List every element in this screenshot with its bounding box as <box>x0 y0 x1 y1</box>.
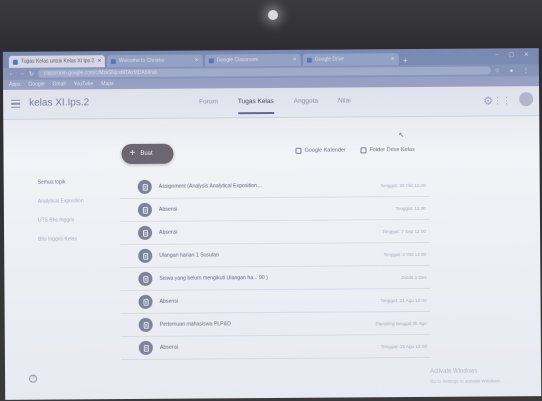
assignment-title: Pertemuan mahasiswa PLP&D <box>159 321 231 328</box>
assignment-title: Absensi <box>159 344 179 351</box>
assignment-icon <box>138 294 153 309</box>
browser-tab[interactable]: Welcome to Chrome ✕ <box>106 54 203 68</box>
assignment-icon <box>138 317 153 332</box>
assignment-due: Diposting tanggal 30 Agu <box>375 320 427 326</box>
assignment-row[interactable]: Siswa yang belum mengikuti Ulangan ha...… <box>120 265 431 292</box>
topic-item[interactable]: Analytical Exposition <box>38 198 84 204</box>
assignment-icon <box>137 179 152 194</box>
extension-icons[interactable]: ☆ ● ⋮ <box>495 67 533 74</box>
bookmark-google[interactable]: Google <box>28 82 44 88</box>
assignment-icon <box>138 248 153 263</box>
calendar-label: Google Kalender <box>304 147 346 154</box>
topic-item[interactable]: UTS Bhs Inggris <box>38 217 84 223</box>
drive-favicon-icon <box>306 57 312 63</box>
close-tab-icon[interactable]: ✕ <box>97 58 101 64</box>
plus-icon: + <box>129 147 136 159</box>
assignment-row[interactable]: Absensi Tenggat: 15 Agu 12.00 <box>120 334 431 361</box>
browser-tab-label: Google Classroom <box>216 57 259 64</box>
class-nav-tabs: Forum Tugas Kelas Anggota Nilai <box>199 97 351 114</box>
assignment-row[interactable]: Assignment (Analysis Analytical Expositi… <box>119 173 430 200</box>
watermark-title: Activate Windows <box>430 368 478 375</box>
back-icon[interactable]: ← <box>9 71 15 77</box>
assignment-due: Tenggat: 21 Agu 12.00 <box>380 297 427 303</box>
tab-anggota[interactable]: Anggota <box>294 98 318 114</box>
laptop-screen: Tugas Kelas untuk Kelas XI Ips.2 ✕ Welco… <box>2 48 542 400</box>
assignment-due: Diedit 3 Des <box>401 274 427 280</box>
create-button-label: Buat <box>140 150 153 157</box>
browser-tab[interactable]: Google Drive ✕ <box>302 53 399 66</box>
user-avatar[interactable] <box>519 92 534 107</box>
close-tab-icon[interactable]: ✕ <box>391 56 395 62</box>
chrome-favicon-icon <box>110 58 116 64</box>
topic-item[interactable]: Semua topik <box>38 179 84 185</box>
forward-icon[interactable]: → <box>19 71 25 77</box>
assignment-title: Absensi <box>159 298 179 305</box>
hamburger-menu-icon[interactable] <box>11 99 21 108</box>
drive-folder-link[interactable]: Folder Drive Kelas <box>360 147 415 154</box>
assignment-title: Siswa yang belum mengikuti Ulangan ha...… <box>159 275 268 282</box>
watermark-subtitle: Go to Settings to activate Windows. <box>430 378 502 384</box>
bookmark-apps[interactable]: Apps <box>9 82 20 88</box>
assignment-due: Tenggat: 30 Okt 12.00 <box>380 182 426 188</box>
class-title[interactable]: kelas XI.Ips.2 <box>29 97 89 108</box>
webcam <box>268 10 278 20</box>
assignment-title: Absensi <box>158 206 178 213</box>
tab-forum[interactable]: Forum <box>199 98 218 114</box>
assignment-row[interactable]: Ulangan harian 1 Susulan Tenggat: 4 Okt 1… <box>120 242 431 269</box>
assignment-due: Tenggat: 15 Agu 12.00 <box>380 343 427 349</box>
assignment-due: Tenggat: 7 Sep 12.00 <box>382 228 427 234</box>
tab-tugas-kelas[interactable]: Tugas Kelas <box>238 98 274 114</box>
reload-icon[interactable]: ↻ <box>29 70 34 77</box>
assignment-row[interactable]: Absensi Tenggat: 12.00 <box>119 196 430 223</box>
assignment-due: Tenggat: 12.00 <box>395 205 426 211</box>
apps-grid-icon[interactable]: ⋮⋮⋮ <box>484 95 511 106</box>
browser-tab[interactable]: Google Classroom ✕ <box>204 53 301 67</box>
google-calendar-link[interactable]: Google Kalender <box>295 147 346 154</box>
drive-label: Folder Drive Kelas <box>369 147 415 154</box>
browser-tab[interactable]: Tugas Kelas untuk Kelas XI Ips.2 ✕ <box>8 55 105 68</box>
window-controls[interactable]: – ▢ ✕ <box>495 51 532 58</box>
assignment-row[interactable]: Absensi Tenggat: 21 Agu 12.00 <box>120 288 431 315</box>
activate-windows-watermark: Activate Windows Go to Settings to activ… <box>430 366 501 386</box>
bookmark-gmail[interactable]: Gmail <box>53 81 66 87</box>
assignment-icon <box>138 271 153 286</box>
browser-tab-label: Welcome to Chrome <box>118 57 165 65</box>
browser-tab-label: Google Drive <box>314 56 345 63</box>
folder-icon <box>360 147 367 154</box>
new-tab-icon[interactable]: + <box>403 56 408 65</box>
calendar-icon <box>295 147 302 154</box>
topics-sidebar: Semua topik Analytical Exposition UTS Bh… <box>38 179 84 242</box>
classroom-header: kelas XI.Ips.2 Forum Tugas Kelas Anggota… <box>3 86 540 120</box>
tab-nilai[interactable]: Nilai <box>338 97 351 113</box>
close-tab-icon[interactable]: ✕ <box>195 58 199 64</box>
assignment-title: Ulangan harian 1 Susulan <box>159 252 219 259</box>
close-tab-icon[interactable]: ✕ <box>293 57 297 63</box>
assignment-icon <box>138 340 153 355</box>
classroom-favicon-icon <box>12 59 18 65</box>
help-icon[interactable]: ? <box>29 374 38 383</box>
browser-tab-label: Tugas Kelas untuk Kelas XI Ips.2 <box>20 58 95 65</box>
topic-item[interactable]: Bhs Inggris Kelas <box>38 236 84 242</box>
assignment-title: Absensi <box>159 229 178 236</box>
create-button[interactable]: + Buat <box>121 143 174 165</box>
assignment-title: Assignment (Analysis Analytical Expositi… <box>158 183 262 190</box>
assignment-row[interactable]: Pertemuan mahasiswa PLP&D Diposting tangg… <box>120 311 431 338</box>
assignment-icon <box>138 225 153 240</box>
assignment-list: Assignment (Analysis Analytical Expositi… <box>119 173 431 361</box>
bookmark-youtube[interactable]: YouTube <box>74 81 94 87</box>
bookmark-maps[interactable]: Maps <box>101 81 113 87</box>
mouse-cursor-icon: ↖ <box>398 132 405 140</box>
assignment-row[interactable]: Absensi Tenggat: 7 Sep 12.00 <box>119 219 431 246</box>
assignment-icon <box>137 202 152 217</box>
classroom-favicon-icon <box>208 57 214 63</box>
assignment-due: Tenggat: 4 Okt 14.00 <box>383 251 427 257</box>
